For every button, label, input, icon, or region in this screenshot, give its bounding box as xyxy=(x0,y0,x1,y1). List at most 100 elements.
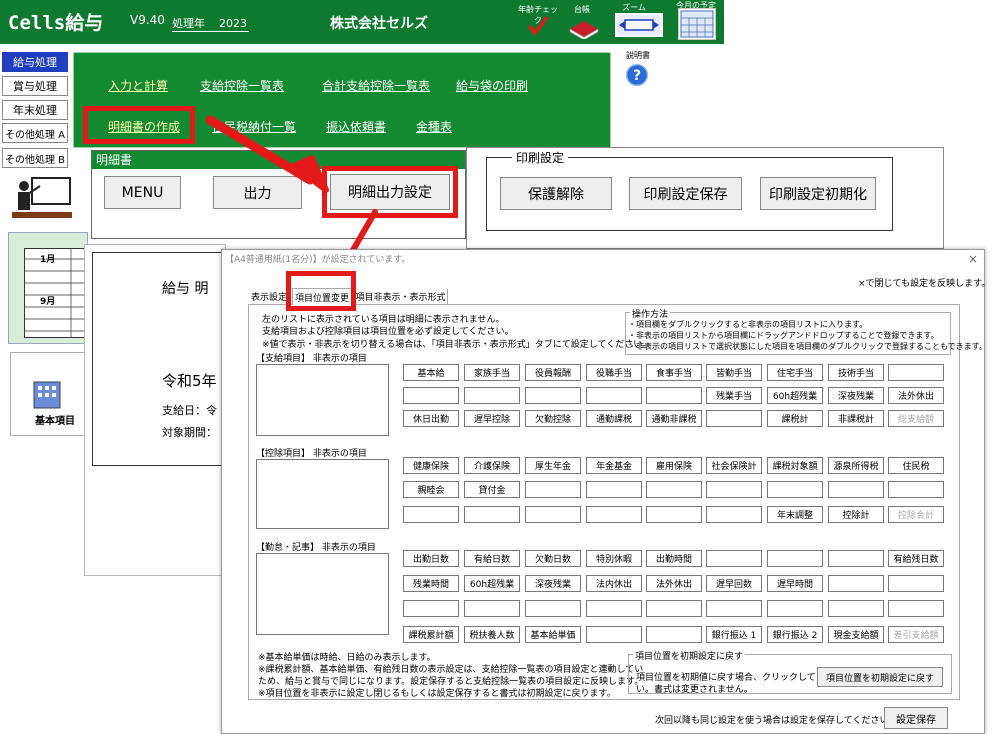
item-cell[interactable]: 控除合計 xyxy=(888,506,944,523)
item-cell[interactable]: 食事手当 xyxy=(646,364,702,381)
item-cell[interactable]: 遅早回数 xyxy=(706,575,762,592)
item-cell[interactable] xyxy=(586,626,642,643)
item-cell[interactable]: 差引支給額 xyxy=(888,626,944,643)
pay-hidden-list[interactable] xyxy=(256,364,389,436)
item-cell[interactable]: 課税対象額 xyxy=(767,457,823,474)
item-cell[interactable]: 住民税 xyxy=(888,457,944,474)
item-cell[interactable] xyxy=(828,600,884,617)
item-cell[interactable] xyxy=(586,600,642,617)
item-cell[interactable] xyxy=(706,481,762,498)
item-cell[interactable]: 欠勤控除 xyxy=(525,410,581,427)
item-cell[interactable] xyxy=(403,387,459,404)
item-cell[interactable]: 基本給 xyxy=(403,364,459,381)
highlight-item-position-tab xyxy=(286,271,356,311)
item-cell[interactable]: 厚生年金 xyxy=(525,457,581,474)
item-cell[interactable]: 健康保険 xyxy=(403,457,459,474)
item-cell[interactable]: 住宅手当 xyxy=(767,364,823,381)
item-cell[interactable]: 60h超残業 xyxy=(464,575,520,592)
dialog-close-button[interactable]: × xyxy=(968,252,978,266)
item-cell[interactable] xyxy=(706,506,762,523)
item-cell[interactable]: 皆勤手当 xyxy=(706,364,762,381)
item-cell[interactable]: 総支給額 xyxy=(888,410,944,427)
item-cell[interactable] xyxy=(646,506,702,523)
item-cell[interactable]: 家族手当 xyxy=(464,364,520,381)
item-cell[interactable]: 現金支給額 xyxy=(828,626,884,643)
item-cell[interactable] xyxy=(828,550,884,567)
item-cell[interactable]: 有給日数 xyxy=(464,550,520,567)
reset-position-button[interactable]: 項目位置を初期設定に戻す xyxy=(817,667,943,687)
item-cell[interactable]: 介護保険 xyxy=(464,457,520,474)
attendance-hidden-list[interactable] xyxy=(256,553,389,635)
item-cell[interactable]: 遅早控除 xyxy=(464,410,520,427)
item-cell[interactable]: 有給残日数 xyxy=(888,550,944,567)
item-cell[interactable]: 深夜残業 xyxy=(525,575,581,592)
item-cell[interactable] xyxy=(646,600,702,617)
item-cell[interactable] xyxy=(706,550,762,567)
item-cell[interactable]: 銀行振込 1 xyxy=(706,626,762,643)
item-cell[interactable]: 控除計 xyxy=(828,506,884,523)
item-cell[interactable] xyxy=(525,600,581,617)
item-cell[interactable] xyxy=(767,600,823,617)
item-cell[interactable]: 遅早時間 xyxy=(767,575,823,592)
item-cell[interactable] xyxy=(888,600,944,617)
item-cell[interactable]: 貸付金 xyxy=(464,481,520,498)
item-cell[interactable]: 課税計 xyxy=(767,410,823,427)
item-cell[interactable] xyxy=(403,600,459,617)
item-cell[interactable]: 特別休暇 xyxy=(586,550,642,567)
item-cell[interactable]: 税扶養人数 xyxy=(464,626,520,643)
item-cell[interactable] xyxy=(403,506,459,523)
item-cell[interactable]: 出勤時間 xyxy=(646,550,702,567)
item-cell[interactable]: 残業時間 xyxy=(403,575,459,592)
item-cell[interactable] xyxy=(464,600,520,617)
item-cell[interactable] xyxy=(646,387,702,404)
item-cell[interactable] xyxy=(646,481,702,498)
deduction-hidden-list[interactable] xyxy=(256,459,389,529)
item-cell[interactable]: 非課税計 xyxy=(828,410,884,427)
item-cell[interactable] xyxy=(888,364,944,381)
item-cell[interactable]: 役職手当 xyxy=(586,364,642,381)
item-cell[interactable] xyxy=(767,481,823,498)
item-cell[interactable]: 雇用保険 xyxy=(646,457,702,474)
item-cell[interactable]: 技術手当 xyxy=(828,364,884,381)
item-cell[interactable] xyxy=(767,550,823,567)
item-cell[interactable] xyxy=(706,410,762,427)
item-cell[interactable] xyxy=(586,506,642,523)
item-cell[interactable] xyxy=(525,481,581,498)
item-cell[interactable] xyxy=(888,481,944,498)
item-cell[interactable]: 通勤課税 xyxy=(586,410,642,427)
item-cell[interactable] xyxy=(586,387,642,404)
tab-display-settings[interactable]: 表示設定 xyxy=(248,289,290,304)
item-cell[interactable]: 深夜残業 xyxy=(828,387,884,404)
item-cell[interactable] xyxy=(586,481,642,498)
save-settings-button[interactable]: 設定保存 xyxy=(884,707,948,729)
item-cell[interactable]: 課税累計額 xyxy=(403,626,459,643)
item-cell[interactable]: 出勤日数 xyxy=(403,550,459,567)
item-cell[interactable] xyxy=(464,506,520,523)
item-cell[interactable]: 欠勤日数 xyxy=(525,550,581,567)
item-cell[interactable]: 法内休出 xyxy=(586,575,642,592)
item-cell[interactable] xyxy=(828,481,884,498)
item-cell[interactable] xyxy=(525,387,581,404)
tab-hide-format[interactable]: 項目非表示・表示形式 xyxy=(354,289,448,304)
operation-line-1: ・項目欄をダブルクリックすると非表示の項目リストに入ります。 xyxy=(628,320,868,329)
item-cell[interactable]: 法外休出 xyxy=(888,387,944,404)
item-cell[interactable]: 休日出勤 xyxy=(403,410,459,427)
item-cell[interactable] xyxy=(706,600,762,617)
item-cell[interactable]: 年金基金 xyxy=(586,457,642,474)
item-cell[interactable]: 社会保険計 xyxy=(706,457,762,474)
item-cell[interactable] xyxy=(464,387,520,404)
item-cell[interactable]: 残業手当 xyxy=(706,387,762,404)
item-cell[interactable]: 年末調整 xyxy=(767,506,823,523)
item-cell[interactable] xyxy=(646,626,702,643)
item-cell[interactable]: 源泉所得税 xyxy=(828,457,884,474)
item-cell[interactable]: 銀行振込 2 xyxy=(767,626,823,643)
item-cell[interactable] xyxy=(888,575,944,592)
item-cell[interactable]: 通勤非課税 xyxy=(646,410,702,427)
item-cell[interactable]: 親睦会 xyxy=(403,481,459,498)
item-cell[interactable]: 60h超残業 xyxy=(767,387,823,404)
item-cell[interactable] xyxy=(525,506,581,523)
item-cell[interactable]: 役員報酬 xyxy=(525,364,581,381)
item-cell[interactable]: 法外休出 xyxy=(646,575,702,592)
item-cell[interactable] xyxy=(828,575,884,592)
item-cell[interactable]: 基本給単価 xyxy=(525,626,581,643)
